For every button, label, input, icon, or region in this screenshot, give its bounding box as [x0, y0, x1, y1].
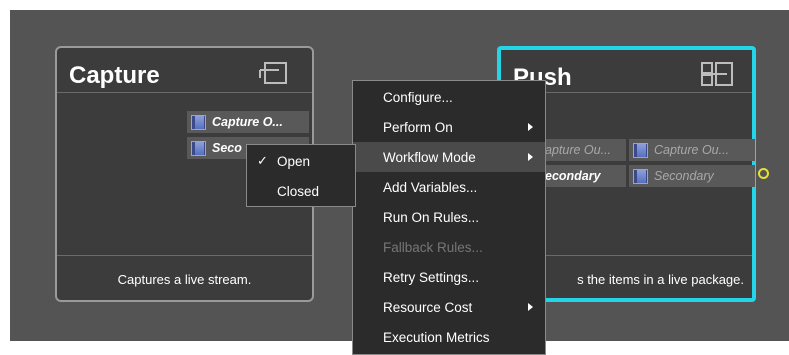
exit-box-icon: [259, 62, 287, 84]
submenu-item-closed[interactable]: Closed: [247, 176, 355, 206]
menu-item-label: Workflow Mode: [383, 149, 476, 165]
output-port-capture[interactable]: Capture Ou...: [629, 139, 755, 161]
menu-item-label: Fallback Rules...: [383, 239, 483, 255]
menu-item-label: Perform On: [383, 119, 453, 135]
menu-item-retry-settings[interactable]: Retry Settings...: [353, 262, 545, 292]
menu-item-execution-metrics[interactable]: Execution Metrics: [353, 322, 545, 352]
output-connector[interactable]: [758, 168, 769, 179]
menu-item-label: Closed: [277, 183, 320, 199]
output-port-secondary[interactable]: Secondary: [629, 165, 755, 187]
node-title: Capture: [69, 62, 160, 89]
port-label: apture Ou...: [545, 143, 612, 157]
menu-item-perform-on[interactable]: Perform On: [353, 112, 545, 142]
menu-item-label: Retry Settings...: [383, 269, 480, 285]
node-divider: [57, 255, 312, 256]
film-icon: [633, 142, 648, 158]
menu-item-fallback-rules: Fallback Rules...: [353, 232, 545, 262]
menu-item-label: Run On Rules...: [383, 209, 480, 225]
chevron-right-icon: [528, 303, 533, 311]
menu-item-run-on-rules[interactable]: Run On Rules...: [353, 202, 545, 232]
node-description: Captures a live stream.: [117, 272, 252, 287]
submenu-item-open[interactable]: ✓ Open: [247, 146, 355, 176]
transfer-icon: [701, 62, 733, 86]
film-icon: [191, 140, 206, 156]
port-label: econdary: [545, 169, 601, 183]
menu-item-label: Configure...: [383, 89, 453, 105]
chevron-right-icon: [528, 123, 533, 131]
output-port-capture[interactable]: Capture O...: [187, 111, 309, 133]
menu-item-label: Open: [277, 153, 311, 169]
menu-item-label: Execution Metrics: [383, 329, 490, 345]
checkmark-icon: ✓: [257, 153, 268, 168]
port-label: Capture O...: [212, 115, 283, 129]
menu-item-add-variables[interactable]: Add Variables...: [353, 172, 545, 202]
port-label: Capture Ou...: [654, 143, 730, 157]
node-divider: [57, 92, 312, 93]
film-icon: [191, 114, 206, 130]
chevron-right-icon: [528, 153, 533, 161]
menu-item-label: Resource Cost: [383, 299, 473, 315]
menu-item-label: Add Variables...: [383, 179, 478, 195]
menu-item-workflow-mode[interactable]: Workflow Mode: [353, 142, 545, 172]
port-label: Seco: [212, 141, 242, 155]
film-icon: [633, 168, 648, 184]
workflow-mode-submenu: ✓ Open Closed: [246, 144, 356, 207]
context-menu: Configure... Perform On Workflow Mode Ad…: [352, 80, 546, 355]
menu-item-resource-cost[interactable]: Resource Cost: [353, 292, 545, 322]
port-label: Secondary: [654, 169, 714, 183]
menu-item-configure[interactable]: Configure...: [353, 82, 545, 112]
